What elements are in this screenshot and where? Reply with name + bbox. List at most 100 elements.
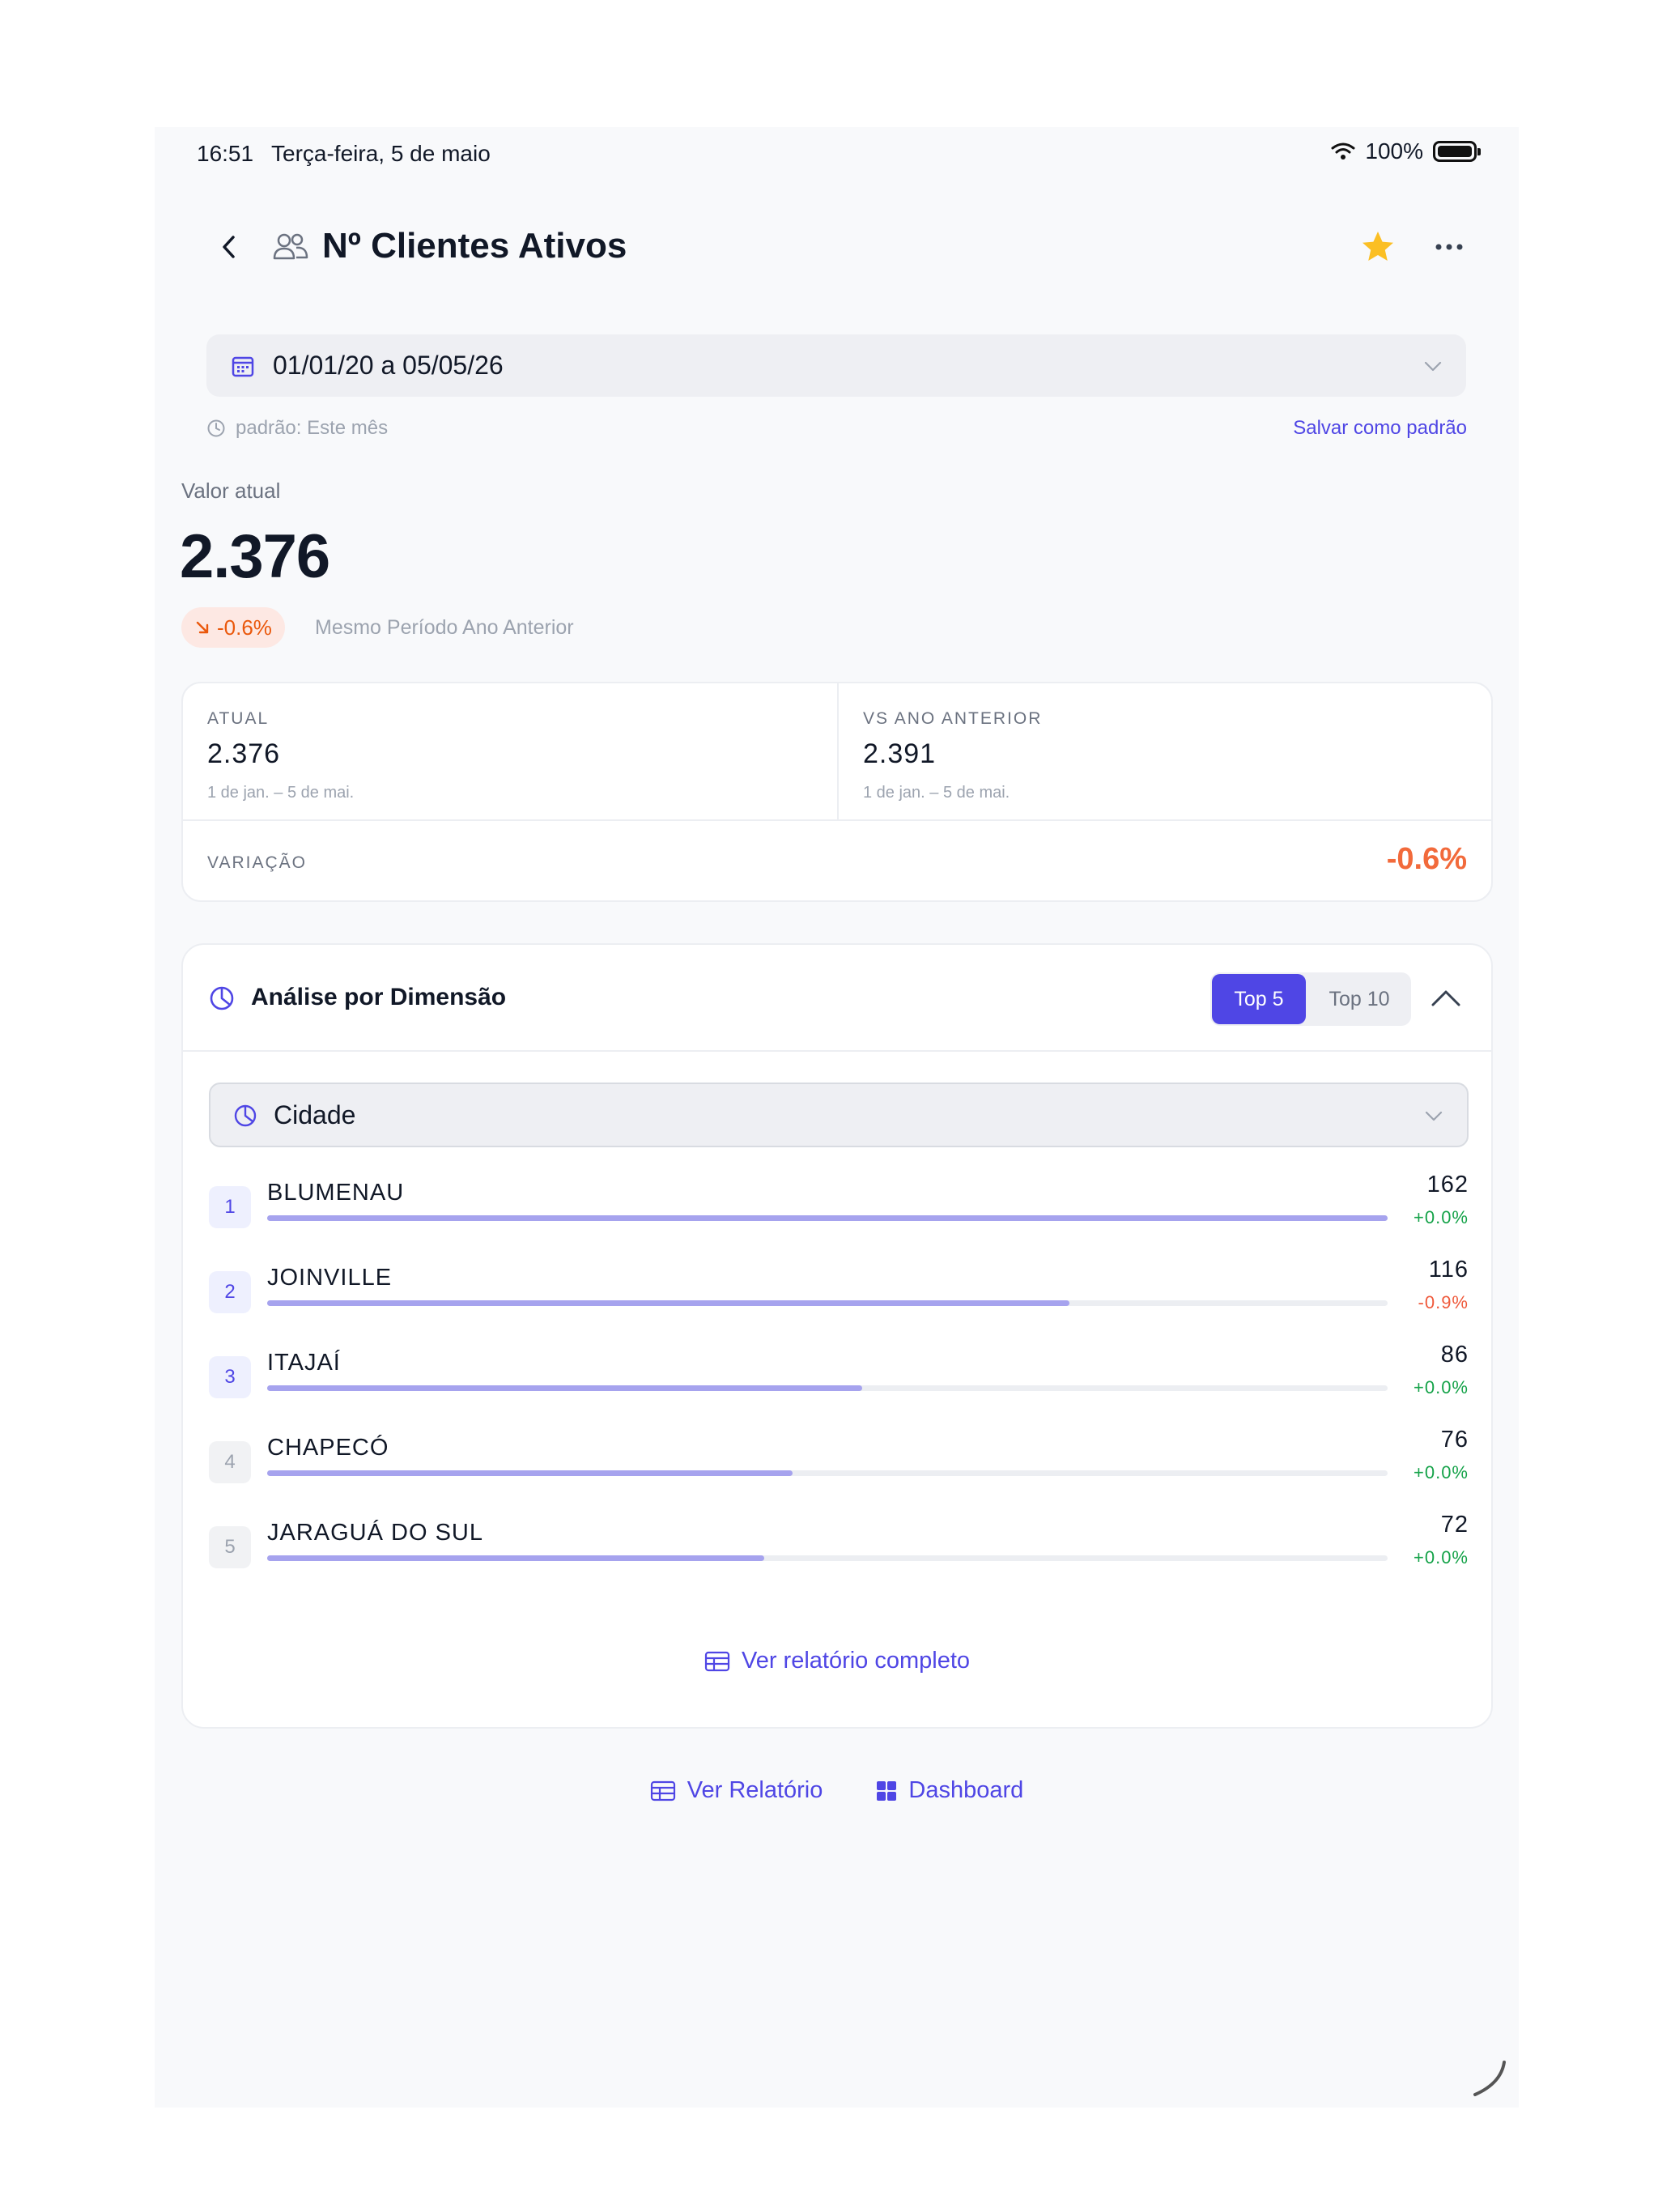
chevron-down-icon [1424, 361, 1442, 372]
table-icon [704, 1651, 730, 1671]
actual-value: 2.376 [207, 738, 281, 769]
chevron-up-icon[interactable] [1428, 984, 1464, 1013]
dimension-card-title: Análise por Dimensão [251, 984, 507, 1010]
ranking-bar [267, 1555, 765, 1561]
ranking-value: 72 [1440, 1512, 1469, 1538]
status-date: Terça-feira, 5 de maio [271, 141, 491, 166]
bottom-links: Ver Relatório Dashboard [155, 1777, 1519, 1804]
view-report-link[interactable]: Ver Relatório [650, 1777, 823, 1804]
ranking-value: 86 [1440, 1342, 1469, 1368]
variation-label: VARIAÇÃO [207, 853, 307, 872]
pie-chart-icon [234, 1104, 257, 1127]
current-value-label: Valor atual [181, 479, 281, 503]
chevron-left-icon [223, 236, 235, 258]
chevron-down-icon [1425, 1111, 1443, 1121]
dimension-select[interactable]: Cidade [209, 1083, 1469, 1147]
status-time: 16:51 [197, 141, 254, 166]
ranking-value: 76 [1440, 1427, 1469, 1453]
tab-top-10[interactable]: Top 10 [1309, 974, 1409, 1024]
previous-year-value: 2.391 [863, 738, 937, 769]
dimension-analysis-card: Análise por Dimensão Top 5 Top 10 Cidade… [181, 943, 1493, 1729]
users-icon [273, 233, 308, 260]
change-badge: -0.6% [181, 607, 285, 648]
ranking-bar-track [267, 1215, 1388, 1221]
ranking-change: +0.0% [1414, 1377, 1469, 1397]
dashboard-link[interactable]: Dashboard [876, 1777, 1023, 1804]
ranking-bar [267, 1300, 1069, 1306]
ranking-change: -0.9% [1418, 1292, 1469, 1312]
resize-handle-icon[interactable] [1469, 2059, 1509, 2099]
ranking-change: +0.0% [1414, 1462, 1469, 1482]
variation-value: -0.6% [1386, 842, 1467, 876]
rank-badge: 3 [209, 1356, 251, 1398]
actual-cell: ATUAL 2.376 1 de jan. – 5 de mai. [183, 683, 839, 819]
change-value: -0.6% [217, 615, 272, 640]
battery-icon [1433, 141, 1481, 162]
date-range-value: 01/01/20 a 05/05/26 [273, 351, 504, 380]
previous-year-label: VS ANO ANTERIOR [863, 709, 1043, 728]
status-right: 100% [1331, 138, 1481, 164]
grid-icon [877, 1780, 897, 1801]
ranking-value: 116 [1428, 1257, 1469, 1283]
pie-chart-icon [210, 986, 234, 1010]
ranking-bar-track [267, 1385, 1388, 1391]
actual-label: ATUAL [207, 709, 270, 728]
ranking-row[interactable]: 5 JARAGUÁ DO SUL 72 +0.0% [209, 1512, 1469, 1585]
ranking-name: JARAGUÁ DO SUL [267, 1520, 483, 1546]
ranking-name: BLUMENAU [267, 1180, 405, 1206]
tab-top-5[interactable]: Top 5 [1212, 974, 1306, 1024]
ranking-bar [267, 1385, 862, 1391]
rank-badge: 2 [209, 1271, 251, 1313]
default-period-note: padrão: Este mês [206, 417, 388, 440]
clock-icon [207, 419, 225, 437]
ranking-name: ITAJAÍ [267, 1350, 341, 1376]
previous-year-period: 1 de jan. – 5 de mai. [863, 784, 1010, 802]
current-value: 2.376 [180, 522, 330, 591]
ellipsis-icon [1435, 244, 1463, 250]
change-caption: Mesmo Período Ano Anterior [315, 616, 574, 639]
ranking-bar-track [267, 1300, 1388, 1306]
ranking-bar-track [267, 1555, 1388, 1561]
ranking-row[interactable]: 3 ITAJAÍ 86 +0.0% [209, 1342, 1469, 1414]
wifi-icon [1331, 143, 1355, 160]
star-icon[interactable] [1358, 228, 1397, 266]
ranking-name: JOINVILLE [267, 1265, 393, 1291]
dimension-select-value: Cidade [274, 1100, 356, 1129]
full-report-label: Ver relatório completo [741, 1648, 971, 1674]
calendar-icon [232, 356, 254, 377]
variation-row: VARIAÇÃO -0.6% [183, 819, 1491, 904]
header: Nº Clientes Ativos [155, 216, 1519, 281]
ranking-change: +0.0% [1414, 1207, 1469, 1227]
date-range-picker[interactable]: 01/01/20 a 05/05/26 [206, 334, 1466, 397]
page-title: Nº Clientes Ativos [322, 226, 627, 266]
battery-percent: 100% [1365, 138, 1423, 164]
view-report-label: Ver Relatório [687, 1777, 823, 1803]
previous-year-cell: VS ANO ANTERIOR 2.391 1 de jan. – 5 de m… [839, 683, 1494, 819]
dashboard-label: Dashboard [908, 1777, 1024, 1803]
ranking-bar [267, 1215, 1388, 1221]
ranking-row[interactable]: 1 BLUMENAU 162 +0.0% [209, 1172, 1469, 1244]
comparison-card: ATUAL 2.376 1 de jan. – 5 de mai. VS ANO… [181, 682, 1493, 902]
full-report-link[interactable]: Ver relatório completo [183, 1648, 1491, 1674]
save-as-default-link[interactable]: Salvar como padrão [1293, 417, 1467, 440]
dimension-card-header: Análise por Dimensão Top 5 Top 10 [183, 945, 1491, 1052]
ranking-row[interactable]: 4 CHAPECÓ 76 +0.0% [209, 1427, 1469, 1499]
screen: 16:51 Terça-feira, 5 de maio 100% Nº Cli… [155, 127, 1519, 2108]
ranking-name: CHAPECÓ [267, 1435, 389, 1461]
default-period-text: padrão: Este mês [236, 417, 389, 439]
rank-badge: 1 [209, 1186, 251, 1228]
top-n-toggle: Top 5 Top 10 [1210, 972, 1411, 1026]
rank-badge: 5 [209, 1526, 251, 1568]
ranking-bar [267, 1470, 793, 1476]
arrow-down-right-icon [196, 621, 209, 634]
actual-period: 1 de jan. – 5 de mai. [207, 784, 355, 802]
ranking-bar-track [267, 1470, 1388, 1476]
status-bar: 16:51 Terça-feira, 5 de maio 100% [155, 127, 1519, 179]
ranking-value: 162 [1426, 1172, 1469, 1197]
ranking-change: +0.0% [1414, 1547, 1469, 1568]
rank-badge: 4 [209, 1441, 251, 1483]
ranking-row[interactable]: 2 JOINVILLE 116 -0.9% [209, 1257, 1469, 1329]
table-icon [650, 1780, 675, 1801]
more-options-button[interactable] [1430, 228, 1469, 266]
back-button[interactable] [211, 229, 247, 265]
